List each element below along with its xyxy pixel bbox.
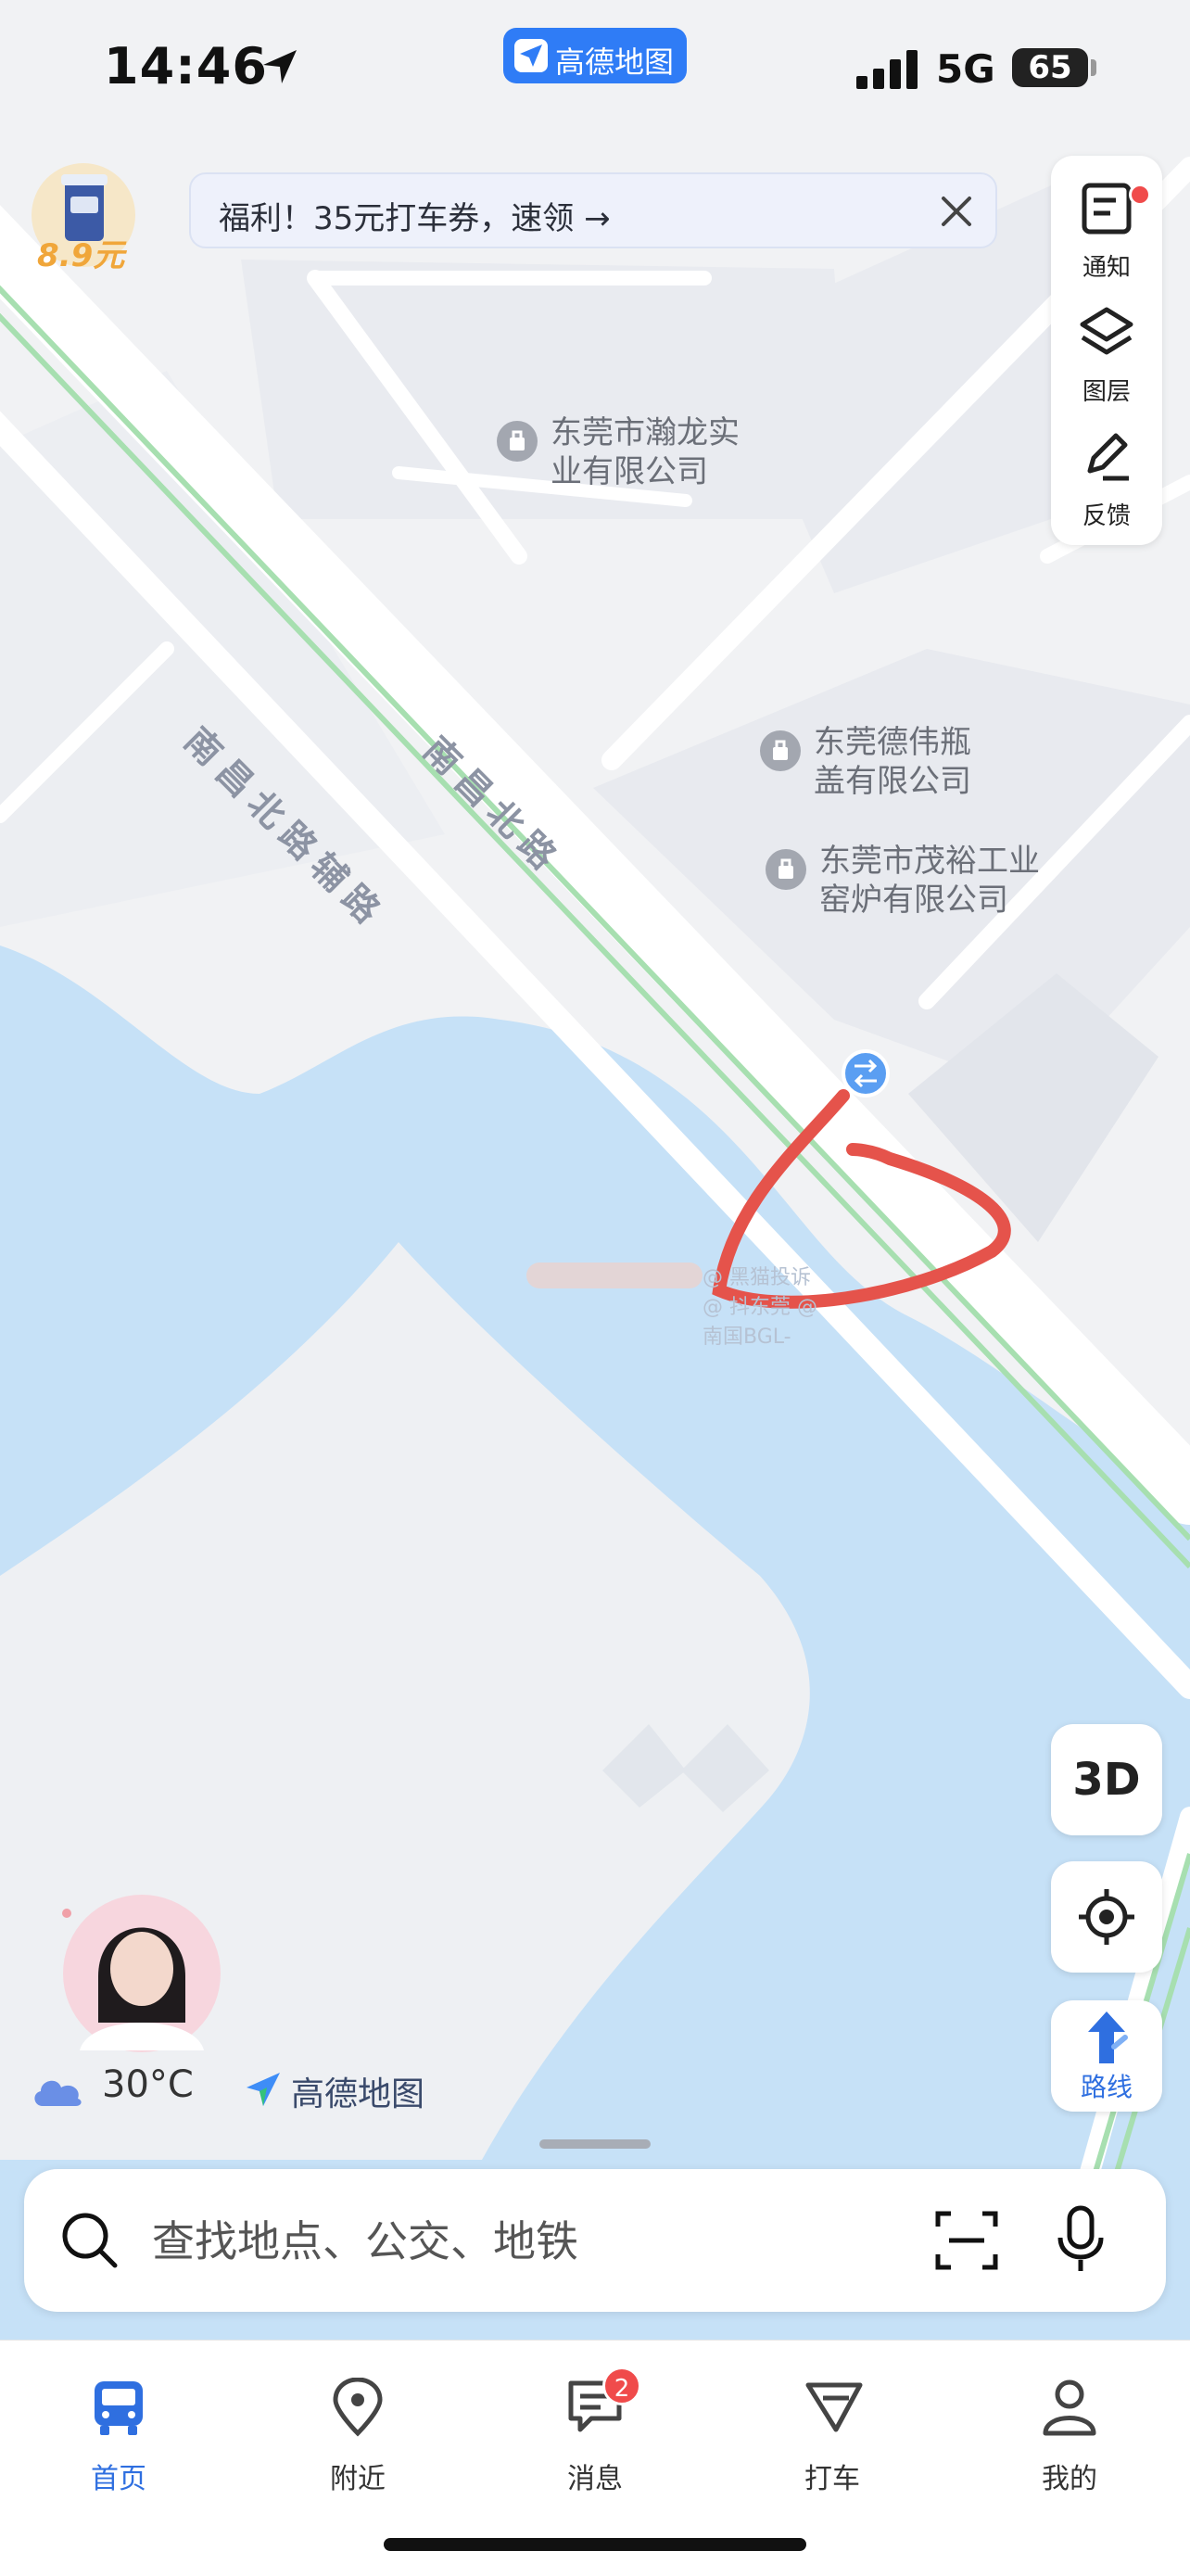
weather-temperature: 30°C [102, 2063, 194, 2106]
nav-nearby[interactable]: 附近 [284, 2359, 432, 2498]
notice-badge-dot [1129, 184, 1151, 206]
app-pill-label: 高德地图 [555, 44, 675, 80]
company-pin-icon [766, 849, 806, 890]
nav-home-label: 首页 [91, 2463, 146, 2495]
promo-banner-text: 福利！35元打车券，速领 → [219, 200, 611, 237]
route-label: 路线 [1080, 2072, 1133, 2102]
map-tools-panel: 通知 图层 反馈 [1051, 156, 1162, 545]
notice-icon [1082, 183, 1132, 235]
microphone-icon[interactable] [1055, 2204, 1107, 2275]
back-to-app-pill[interactable]: 高德地图 [503, 28, 687, 83]
battery-tip [1091, 59, 1096, 76]
tool-feedback[interactable]: 反馈 [1051, 413, 1162, 534]
scan-icon[interactable] [934, 2208, 999, 2273]
profile-icon [1043, 2379, 1096, 2436]
nav-taxi-label: 打车 [804, 2463, 860, 2495]
taxi-icon [805, 2382, 863, 2432]
promo-banner[interactable]: 福利！35元打车券，速领 → [189, 172, 997, 248]
network-type: 5G [936, 46, 995, 92]
search-icon [62, 2213, 118, 2268]
nav-nearby-label: 附近 [330, 2463, 386, 2495]
battery-level: 65 [1012, 48, 1088, 87]
home-indicator[interactable] [384, 2538, 806, 2551]
amap-logo-icon [247, 2073, 280, 2106]
avatar[interactable] [61, 1865, 222, 2054]
bus-icon [95, 2381, 143, 2435]
nav-profile-label: 我的 [1042, 2463, 1097, 2495]
search-bar[interactable] [24, 2169, 1166, 2312]
company-pin-icon [497, 421, 538, 462]
status-bar: 14:46 高德地图 5G 65 [0, 0, 1190, 139]
close-icon[interactable] [936, 191, 977, 232]
route-button[interactable]: 路线 [1051, 2000, 1162, 2112]
status-time: 14:46 [104, 37, 268, 95]
signal-icon [856, 50, 918, 89]
company-pin-icon [760, 730, 801, 771]
nav-home[interactable]: 首页 [44, 2359, 193, 2498]
layers-icon [1080, 307, 1133, 355]
tool-feedback-label: 反馈 [1082, 502, 1131, 530]
nav-profile[interactable]: 我的 [995, 2359, 1144, 2498]
location-pin-icon [333, 2378, 383, 2437]
amap-logo-icon [514, 39, 548, 72]
cloud-icon [34, 2080, 82, 2106]
message-count-badge: 2 [602, 2367, 641, 2405]
tool-notice-label: 通知 [1082, 254, 1131, 282]
sheet-drag-handle[interactable] [539, 2139, 651, 2149]
nav-taxi[interactable]: 打车 [758, 2359, 906, 2498]
nav-messages-label: 消息 [567, 2463, 623, 2495]
location-arrow-icon [263, 50, 297, 83]
poi-label: 东莞市茂裕工业 窑炉有限公司 [819, 843, 1040, 919]
poi-label: 东莞德伟瓶 盖有限公司 [814, 724, 971, 800]
route-arrow-icon [1088, 2011, 1128, 2063]
promo-price[interactable]: 8.9元 [37, 230, 124, 275]
3d-button[interactable]: 3D [1051, 1724, 1162, 1835]
search-input[interactable] [150, 2210, 858, 2273]
feedback-icon [1087, 433, 1129, 481]
brand-name: 高德地图 [291, 2075, 425, 2113]
poi-label: 东莞市瀚龙实 业有限公司 [551, 414, 740, 490]
crosshair-icon [1079, 1889, 1134, 1945]
locate-button[interactable] [1051, 1861, 1162, 1973]
tool-notice[interactable]: 通知 [1051, 165, 1162, 286]
watermark: @ 黑猫投诉 @ 抖东莞 @ 南国BGL- [526, 1263, 832, 1349]
watermark-badges [526, 1263, 703, 1288]
nav-messages[interactable]: 2 消息 [521, 2359, 669, 2498]
watermark-text: @ 黑猫投诉 @ 抖东莞 @ 南国BGL- [703, 1266, 817, 1349]
tool-layers[interactable]: 图层 [1051, 289, 1162, 410]
tool-layers-label: 图层 [1082, 378, 1131, 406]
